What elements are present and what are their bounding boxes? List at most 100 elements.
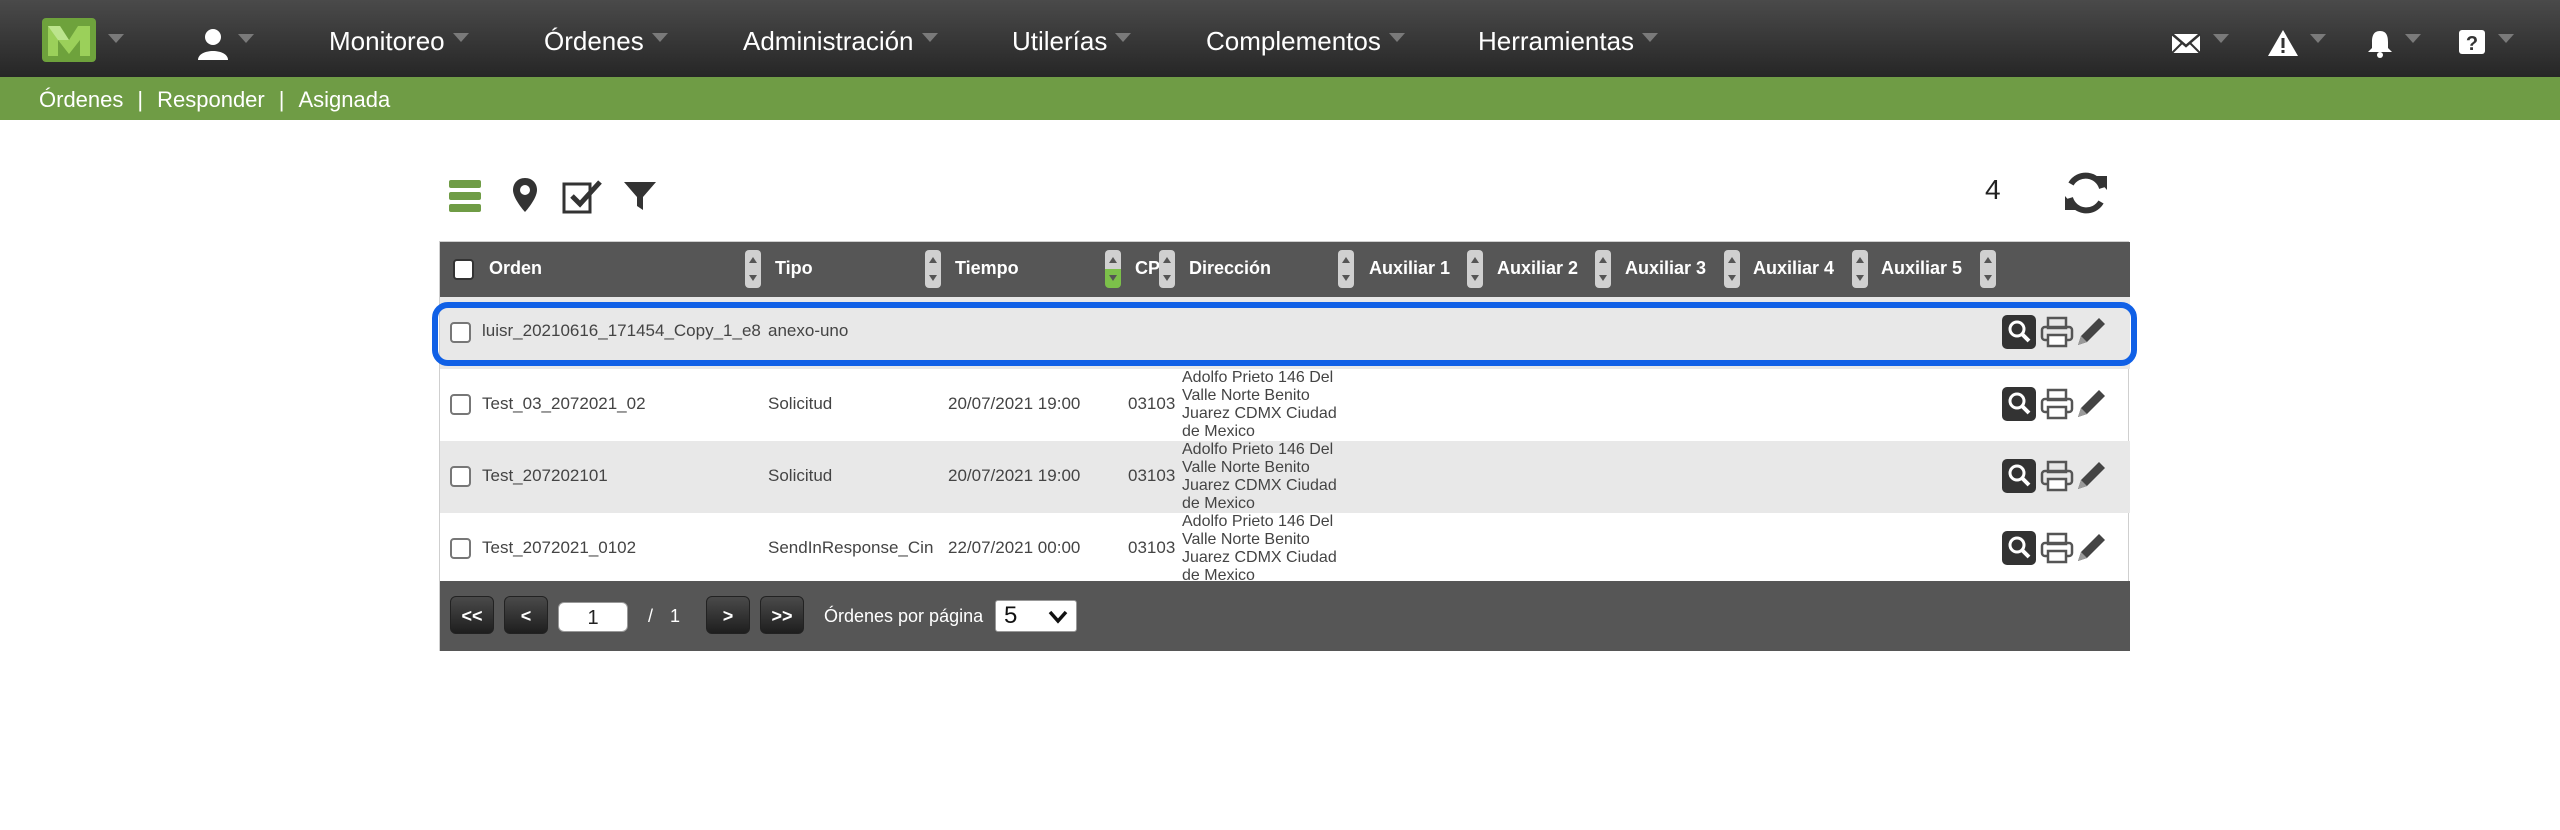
- sort-auxiliar-5-icon[interactable]: [1980, 250, 1996, 288]
- row-checkbox[interactable]: [450, 394, 471, 415]
- column-header-cp[interactable]: CP: [1135, 258, 1160, 279]
- bell-icon[interactable]: [2365, 28, 2399, 58]
- cell-direccion: Adolfo Prieto 146 Del Valle Norte Benito…: [1182, 441, 1337, 512]
- table-row[interactable]: Test_03_2072021_02 Solicitud 20/07/2021 …: [440, 369, 2130, 441]
- cell-cp: 03103: [1128, 466, 1176, 485]
- per-page-value: 5: [1004, 602, 1018, 629]
- view-search-icon[interactable]: [2002, 315, 2036, 349]
- column-header-direccion[interactable]: Dirección: [1189, 258, 1271, 279]
- edit-icon[interactable]: [2074, 531, 2108, 565]
- cell-orden: luisr_20210616_171454_Copy_1_e8: [482, 321, 761, 340]
- table-row[interactable]: Test_2072021_0102 SendInResponse_Cin 22/…: [440, 513, 2130, 584]
- cell-direccion: Adolfo Prieto 146 Del Valle Norte Benito…: [1182, 369, 1337, 440]
- orders-table: Orden Tipo Tiempo CP Dirección Auxiliar …: [432, 241, 2137, 651]
- logo-menu-caret-icon[interactable]: [108, 34, 124, 43]
- cell-tiempo: 20/07/2021 19:00: [948, 394, 1081, 413]
- sort-auxiliar-3-icon[interactable]: [1724, 250, 1740, 288]
- breadcrumb-responder[interactable]: Responder: [157, 87, 265, 112]
- filter-icon[interactable]: [622, 176, 658, 216]
- user-menu-caret-icon[interactable]: [238, 34, 254, 43]
- help-icon[interactable]: ?: [2457, 28, 2491, 58]
- table-row[interactable]: Test_207202101 Solicitud 20/07/2021 19:0…: [440, 441, 2130, 513]
- cell-tiempo: 20/07/2021 19:00: [948, 466, 1081, 485]
- edit-icon[interactable]: [2074, 459, 2108, 493]
- prev-page-button[interactable]: <: [504, 596, 548, 634]
- sort-orden-icon[interactable]: [745, 250, 761, 288]
- nav-utilerias[interactable]: Utilerías: [1012, 26, 1132, 56]
- edit-icon[interactable]: [2074, 387, 2108, 421]
- cell-tipo: anexo-uno: [768, 321, 849, 340]
- bell-menu-caret-icon[interactable]: [2405, 34, 2421, 43]
- mail-icon[interactable]: [2171, 28, 2205, 58]
- nav-label: Complementos: [1206, 26, 1381, 56]
- nav-herramientas[interactable]: Herramientas: [1478, 26, 1659, 56]
- nav-complementos[interactable]: Complementos: [1206, 26, 1405, 56]
- sort-auxiliar-4-icon[interactable]: [1852, 250, 1868, 288]
- sort-auxiliar-1-icon[interactable]: [1467, 250, 1483, 288]
- column-header-auxiliar-3[interactable]: Auxiliar 3: [1625, 258, 1706, 279]
- nav-label: Administración: [743, 26, 914, 56]
- row-checkbox[interactable]: [450, 538, 471, 559]
- table-row[interactable]: luisr_20210616_171454_Copy_1_e8 anexo-un…: [440, 297, 2130, 369]
- view-search-icon[interactable]: [2002, 387, 2036, 421]
- per-page-label: Órdenes por página: [824, 606, 984, 626]
- nav-label: Monitoreo: [329, 26, 445, 56]
- view-search-icon[interactable]: [2002, 531, 2036, 565]
- sort-direccion-icon[interactable]: [1338, 250, 1354, 288]
- row-checkbox[interactable]: [450, 322, 471, 343]
- cell-orden: Test_207202101: [482, 466, 608, 485]
- print-icon[interactable]: [2040, 315, 2074, 349]
- row-checkbox[interactable]: [450, 466, 471, 487]
- print-icon[interactable]: [2040, 531, 2074, 565]
- last-page-button[interactable]: >>: [760, 596, 804, 634]
- cell-tiempo: 22/07/2021 00:00: [948, 538, 1081, 557]
- column-header-orden[interactable]: Orden: [489, 258, 542, 279]
- chevron-down-icon: [452, 33, 469, 42]
- column-header-tipo[interactable]: Tipo: [775, 258, 813, 279]
- edit-icon[interactable]: [2074, 315, 2108, 349]
- nav-monitoreo[interactable]: Monitoreo: [329, 26, 469, 56]
- cell-cp: 03103: [1128, 538, 1176, 557]
- sort-auxiliar-2-icon[interactable]: [1595, 250, 1611, 288]
- order-count: 4: [1985, 174, 2001, 205]
- sort-tipo-icon[interactable]: [925, 250, 941, 288]
- per-page-select[interactable]: 5: [995, 600, 1077, 632]
- warning-icon[interactable]: [2267, 28, 2301, 58]
- nav-administracion[interactable]: Administración: [743, 26, 938, 56]
- sort-tiempo-icon[interactable]: [1105, 250, 1121, 288]
- chevron-down-icon: [1048, 610, 1068, 624]
- select-all-checkbox[interactable]: [453, 259, 474, 280]
- top-navbar: Monitoreo Órdenes Administración Utilerí…: [0, 0, 2560, 77]
- table-header: Orden Tipo Tiempo CP Dirección Auxiliar …: [440, 242, 2130, 297]
- sort-cp-icon[interactable]: [1159, 250, 1175, 288]
- nav-ordenes[interactable]: Órdenes: [544, 26, 668, 56]
- first-page-button[interactable]: <<: [450, 596, 494, 634]
- assign-check-icon[interactable]: [562, 176, 602, 216]
- column-header-tiempo[interactable]: Tiempo: [955, 258, 1019, 279]
- column-header-auxiliar-1[interactable]: Auxiliar 1: [1369, 258, 1450, 279]
- help-menu-caret-icon[interactable]: [2498, 34, 2514, 43]
- print-icon[interactable]: [2040, 387, 2074, 421]
- cell-tipo: Solicitud: [768, 394, 833, 413]
- warning-menu-caret-icon[interactable]: [2310, 34, 2326, 43]
- list-view-icon[interactable]: [447, 176, 483, 216]
- logo-icon[interactable]: [42, 18, 96, 62]
- page-separator: /: [648, 606, 654, 626]
- next-page-button[interactable]: >: [706, 596, 750, 634]
- breadcrumb-asignada[interactable]: Asignada: [298, 87, 390, 112]
- view-search-icon[interactable]: [2002, 459, 2036, 493]
- chevron-down-icon: [1388, 33, 1405, 42]
- print-icon[interactable]: [2040, 459, 2074, 493]
- map-pin-icon[interactable]: [507, 176, 543, 216]
- user-icon[interactable]: [196, 26, 230, 60]
- page-number-input[interactable]: 1: [558, 602, 628, 632]
- breadcrumb-ordenes[interactable]: Órdenes: [39, 87, 123, 112]
- column-header-auxiliar-5[interactable]: Auxiliar 5: [1881, 258, 1962, 279]
- column-header-auxiliar-2[interactable]: Auxiliar 2: [1497, 258, 1578, 279]
- svg-text:?: ?: [2466, 33, 2478, 55]
- mail-menu-caret-icon[interactable]: [2213, 34, 2229, 43]
- refresh-icon[interactable]: [2062, 168, 2110, 218]
- chevron-down-icon: [1115, 33, 1132, 42]
- column-header-auxiliar-4[interactable]: Auxiliar 4: [1753, 258, 1834, 279]
- cell-direccion: Adolfo Prieto 146 Del Valle Norte Benito…: [1182, 513, 1337, 584]
